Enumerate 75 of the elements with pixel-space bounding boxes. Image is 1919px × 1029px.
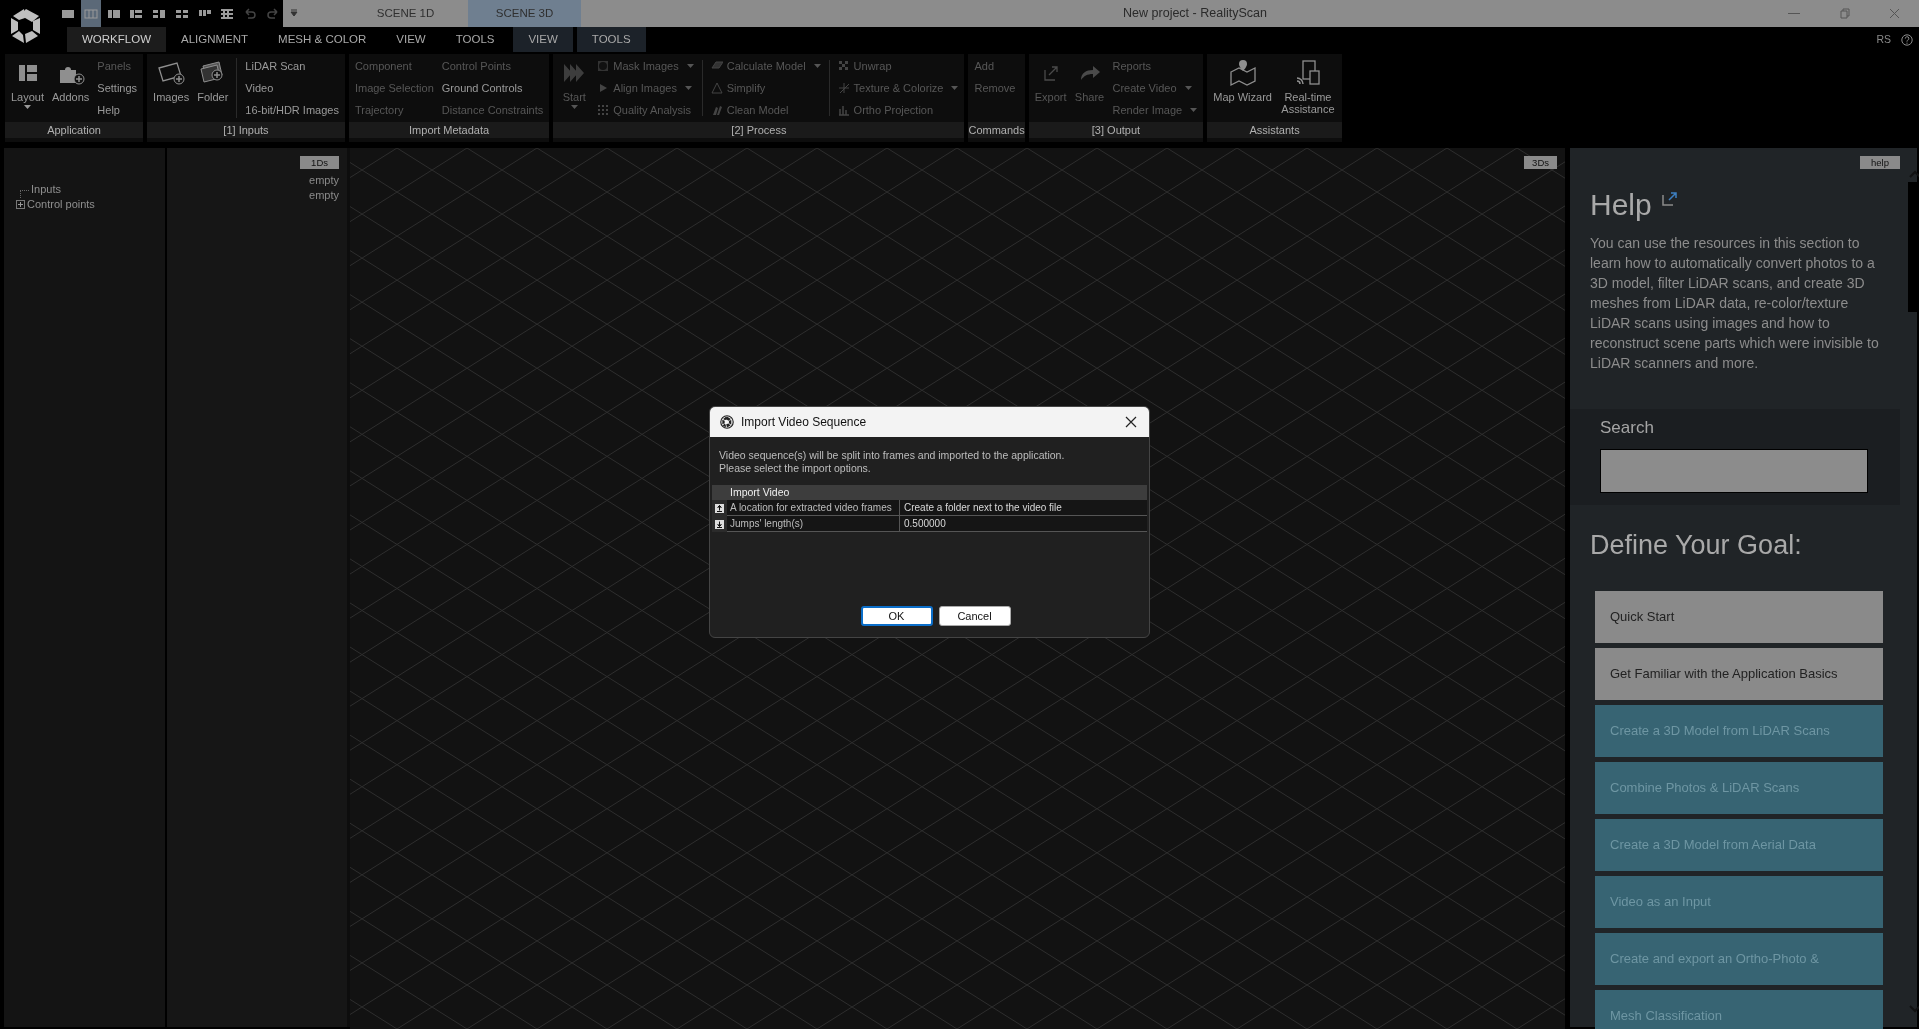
ribbon-button[interactable]: Folder <box>197 54 229 122</box>
upload-icon[interactable] <box>715 503 724 513</box>
property-name: A location for extracted video frames <box>727 500 900 516</box>
group-label: [3] Output <box>1091 122 1141 138</box>
circle-icon <box>597 60 610 72</box>
ribbon-item[interactable]: Help <box>97 99 138 121</box>
dialog-message: Video sequence(s) will be split into frames and imported to the application. <box>719 449 1066 462</box>
ribbon-button[interactable]: Layout <box>11 54 45 122</box>
group-label: Commands <box>968 122 1025 138</box>
ribbon-tab[interactable]: VIEW <box>513 27 573 52</box>
tree-item[interactable]: Inputs <box>31 181 61 198</box>
dialog-button[interactable]: Cancel <box>938 606 1011 626</box>
ribbon-tab[interactable]: TOOLS <box>576 27 646 52</box>
tree-item[interactable]: Control points <box>27 196 95 213</box>
account-initials[interactable]: RS <box>1876 31 1891 48</box>
window-title: New project - RealityScan <box>1123 5 1267 23</box>
external-link-icon[interactable] <box>1661 191 1678 207</box>
mesh-icon <box>710 60 723 72</box>
sparkle-icon <box>837 82 850 94</box>
dialog-button[interactable]: OK <box>860 606 933 626</box>
dot-grid-icon <box>597 104 610 116</box>
close-button[interactable] <box>1123 414 1139 430</box>
panel-value: empty <box>309 173 339 188</box>
caret-icon[interactable] <box>24 105 31 110</box>
caret-icon[interactable] <box>289 9 299 17</box>
search-label: Search <box>1600 417 1655 439</box>
group-label: [1] Inputs <box>223 122 269 138</box>
ribbon-item[interactable]: 16-bit/HDR Images <box>245 99 339 121</box>
panel-value: empty <box>309 188 339 203</box>
goal-heading: Define Your Goal: <box>1590 528 1803 562</box>
group-label: Application <box>47 122 101 138</box>
dialog-title: Import Video Sequence <box>741 414 868 431</box>
ribbon-item[interactable]: LiDAR Scan <box>245 55 339 77</box>
search-field[interactable] <box>1600 448 1868 493</box>
scene-tab[interactable]: SCENE 1D <box>343 0 468 27</box>
ribbon-button[interactable]: Addons <box>52 54 90 122</box>
scrollbar-thumb[interactable] <box>1908 182 1919 312</box>
triangle-icon <box>710 82 723 94</box>
viewport-badge[interactable]: 3Ds <box>1524 156 1557 169</box>
ribbon-item[interactable]: Ground Controls <box>441 77 544 99</box>
ribbon-tab[interactable]: VIEW <box>381 27 441 52</box>
minimize-icon[interactable] <box>1788 12 1800 15</box>
dialog-message: Please select the import options. <box>719 462 872 475</box>
ribbon-item[interactable]: Settings <box>97 77 138 99</box>
ribbon-button[interactable]: Images <box>153 54 190 122</box>
section-header: Import Video <box>730 486 790 499</box>
ribbon-tab[interactable]: ALIGNMENT <box>166 27 264 52</box>
ribbon-tab[interactable]: TOOLS <box>440 27 510 52</box>
aperture-logo-icon <box>720 415 734 429</box>
expand-icon[interactable] <box>16 200 25 209</box>
download-icon[interactable] <box>715 519 724 529</box>
ribbon-button[interactable]: Map Wizard <box>1213 54 1272 122</box>
goal-button[interactable]: Get Familiar with the Application Basics <box>1595 648 1883 700</box>
panel-badge[interactable]: help <box>1860 156 1900 169</box>
map-pin-icon <box>1227 58 1258 88</box>
group-label: Assistants <box>1249 122 1300 138</box>
bars-icon <box>837 104 850 116</box>
help-heading: Help <box>1590 187 1652 223</box>
checker-icon <box>837 60 850 72</box>
brush-icon <box>710 104 723 116</box>
goal-button[interactable]: Quick Start <box>1595 591 1883 643</box>
scene-tab[interactable]: SCENE 3D <box>468 0 581 27</box>
property-value[interactable]: 0.500000 <box>900 516 1147 532</box>
ribbon-tab[interactable]: WORKFLOW <box>67 27 166 52</box>
ribbon-button[interactable]: Real-time Assistance <box>1279 54 1336 122</box>
property-name: Jumps' length(s) <box>727 516 900 532</box>
close-icon[interactable] <box>1888 8 1900 19</box>
ribbon-item[interactable]: Video <box>245 77 339 99</box>
property-value[interactable]: Create a folder next to the video file <box>900 500 1147 516</box>
panel-badge[interactable]: 1Ds <box>300 156 339 169</box>
help-icon[interactable] <box>1901 33 1913 46</box>
group-label: [2] Process <box>731 122 787 138</box>
help-text: You can use the resources in this section to learn how to automatically convert photos to a 3D model, filter LiDAR scans, and create 3D meshes from LiDAR data, re-color/texture LiDAR scans using images and how to reconstruct scene parts which were invisible to LiDAR scanners and more. <box>1590 234 1880 373</box>
group-label: Import Metadata <box>409 122 490 138</box>
ribbon-tab[interactable]: MESH & COLOR <box>263 27 382 52</box>
